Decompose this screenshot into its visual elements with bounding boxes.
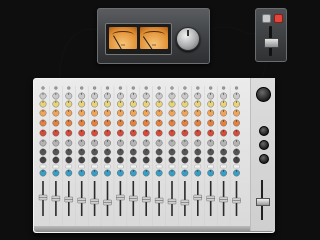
input-jack-icon: [221, 86, 226, 90]
input-jack-icon: [234, 86, 239, 90]
input-jack-icon: [105, 86, 110, 90]
input-jack-icon: [92, 86, 97, 90]
input-jack-icon: [209, 86, 213, 90]
input-jack-icon: [41, 86, 45, 90]
input-jack-icon: [183, 86, 187, 90]
channel-button[interactable]: [220, 164, 227, 169]
master-knob-small-2[interactable]: [259, 140, 269, 150]
fader-slot: [184, 181, 186, 216]
input-jack-icon: [196, 86, 200, 90]
input-jack-icon: [157, 86, 161, 90]
channel-button[interactable]: [181, 164, 189, 169]
studio-scene: VU VU: [0, 0, 320, 240]
input-jack-icon: [131, 86, 135, 90]
master-knob-icon[interactable]: [256, 87, 271, 102]
channel-button[interactable]: [39, 164, 47, 169]
channel-button[interactable]: [130, 164, 137, 169]
channel-button[interactable]: [91, 164, 98, 169]
channel-button[interactable]: [52, 164, 60, 169]
fader-slot: [171, 181, 173, 216]
channel-button[interactable]: [155, 164, 163, 169]
channel-button[interactable]: [104, 164, 111, 169]
fader-slot: [93, 181, 96, 216]
input-jack-icon: [80, 86, 84, 90]
channel-button[interactable]: [65, 164, 72, 169]
channel-button[interactable]: [117, 164, 124, 169]
input-jack-icon: [54, 86, 58, 90]
input-jack-icon: [170, 86, 174, 90]
input-jack-icon: [67, 86, 71, 90]
master-fader-cap[interactable]: [256, 198, 270, 206]
channel-button[interactable]: [207, 164, 214, 169]
channel-button[interactable]: [233, 164, 240, 169]
channel-button[interactable]: [194, 164, 201, 169]
input-jack-icon: [144, 86, 148, 90]
channel-button[interactable]: [78, 164, 85, 169]
channel-button[interactable]: [143, 164, 150, 169]
fader-slot: [106, 181, 109, 216]
master-knob-small-3[interactable]: [259, 154, 269, 164]
input-jack-icon: [118, 86, 123, 90]
master-knob-small-1[interactable]: [259, 126, 269, 136]
channel-button[interactable]: [168, 164, 176, 169]
